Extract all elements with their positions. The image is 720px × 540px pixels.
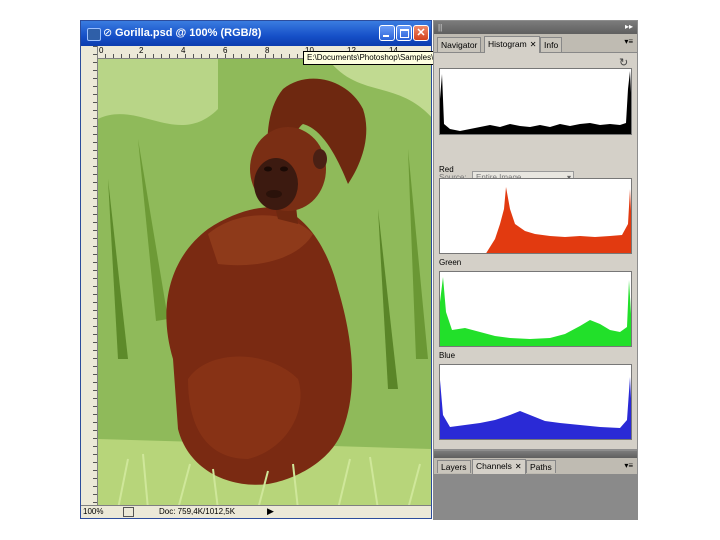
palette-menu-icon[interactable]: ▾≡	[624, 461, 633, 470]
channel-label-green: Green	[439, 258, 462, 267]
photoshop-icon	[87, 28, 101, 41]
palette-menu-icon[interactable]: ▾≡	[624, 37, 633, 46]
grip-icon: ||	[438, 23, 443, 32]
close-tab-icon[interactable]: ✕	[530, 40, 537, 49]
close-tab-icon[interactable]: ✕	[515, 462, 522, 471]
histogram-blue	[439, 364, 632, 440]
tab-paths[interactable]: Paths	[526, 460, 556, 473]
navigator-icon[interactable]	[123, 507, 134, 517]
document-titlebar[interactable]: ⊘ Gorilla.psd @ 100% (RGB/8) ✕	[81, 21, 431, 46]
histogram-green	[439, 271, 632, 347]
collapse-icon[interactable]: ▸▸	[625, 22, 633, 31]
maximize-button[interactable]	[396, 25, 412, 41]
histogram-composite	[439, 68, 632, 135]
vertical-ruler[interactable]	[81, 46, 98, 506]
layers-palette[interactable]: Layers Channels ✕ Paths ▾≡	[433, 450, 638, 475]
image-canvas[interactable]	[98, 59, 431, 506]
doc-size: Doc: 759,4K/1012,5K	[159, 507, 236, 516]
document-icon: ⊘	[103, 27, 113, 39]
palette-header[interactable]	[434, 451, 637, 458]
tab-label: Info	[544, 40, 559, 50]
tab-layers[interactable]: Layers	[437, 460, 471, 473]
tab-label: Histogram	[488, 39, 527, 49]
document-statusbar: 100% Doc: 759,4K/1012,5K ▶	[81, 505, 431, 518]
tab-label: Navigator	[441, 40, 478, 50]
histogram-palette[interactable]: || ▸▸ Navigator Histogram✕ Info ▾≡ ↻ Sou…	[433, 20, 638, 450]
document-title: Gorilla.psd @ 100% (RGB/8)	[115, 27, 262, 39]
channel-label-blue: Blue	[439, 351, 456, 360]
workspace-background	[433, 474, 638, 520]
tab-label: Paths	[530, 462, 552, 472]
gorilla-photo	[98, 59, 431, 506]
zoom-level[interactable]: 100%	[83, 507, 103, 516]
close-icon: ✕	[416, 27, 426, 39]
ruler-ticks	[93, 46, 97, 506]
minimize-button[interactable]	[379, 25, 395, 41]
status-menu-arrow-icon[interactable]: ▶	[267, 506, 274, 517]
tab-histogram[interactable]: Histogram ✕	[484, 36, 541, 53]
tab-info[interactable]: Info	[540, 37, 563, 52]
document-window[interactable]: ⊘ Gorilla.psd @ 100% (RGB/8) ✕ 0 2 4 6 8…	[80, 20, 432, 519]
tab-channels[interactable]: Channels ✕	[472, 459, 526, 474]
histogram-red	[439, 178, 632, 254]
histogram-red-graph	[486, 187, 631, 253]
tab-navigator[interactable]: Navigator	[437, 37, 482, 52]
palette-header[interactable]: || ▸▸	[434, 21, 637, 34]
palette-tabs: Layers Channels ✕ Paths ▾≡	[434, 458, 637, 475]
tab-label: Layers	[441, 462, 467, 472]
histogram-composite-graph	[440, 71, 631, 134]
histogram-blue-graph	[440, 377, 631, 439]
tab-label: Channels	[476, 461, 512, 471]
close-button[interactable]: ✕	[413, 25, 429, 41]
histogram-green-graph	[440, 277, 631, 346]
palette-tabs: Navigator Histogram ✕ Info ▾≡	[434, 34, 637, 53]
channel-label-red: Red	[439, 165, 454, 174]
